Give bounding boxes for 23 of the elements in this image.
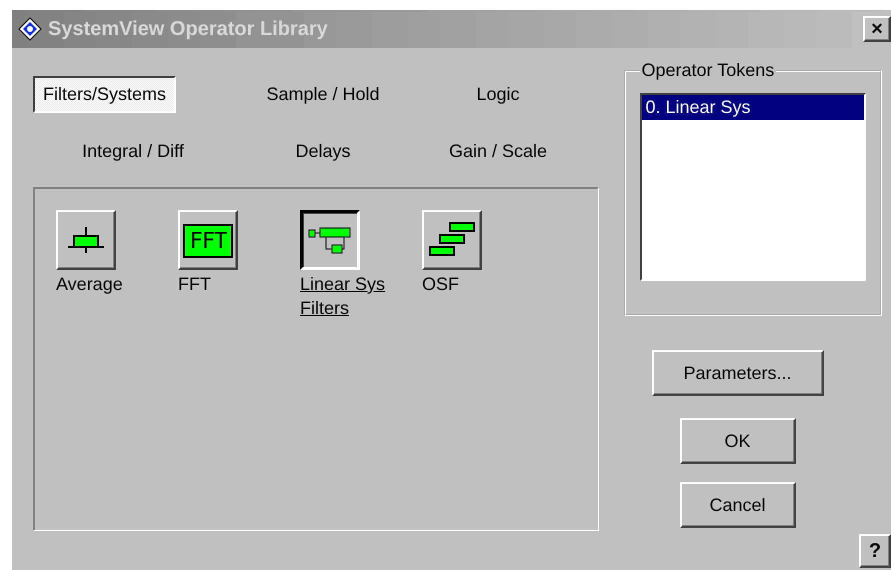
app-logo-icon xyxy=(18,17,42,41)
category-tab[interactable]: Filters/Systems xyxy=(33,76,176,113)
cancel-button[interactable]: Cancel xyxy=(680,482,796,528)
operator-button[interactable]: FFT xyxy=(178,210,238,270)
operator-button[interactable] xyxy=(300,210,360,270)
token-list[interactable]: 0. Linear Sys xyxy=(640,93,866,281)
category-tab[interactable]: Gain / Scale xyxy=(438,133,558,170)
category-tab[interactable]: Sample / Hold xyxy=(256,76,390,113)
window-title: SystemView Operator Library xyxy=(48,18,329,40)
token-item[interactable]: 0. Linear Sys xyxy=(642,95,864,120)
box-on-line-icon xyxy=(67,226,105,254)
close-button[interactable]: × xyxy=(863,16,891,42)
category-tab[interactable]: Delays xyxy=(285,133,361,170)
category-tab[interactable]: Integral / Diff xyxy=(72,133,194,170)
fft-icon: FFT xyxy=(183,224,233,258)
operator-label: Average xyxy=(56,273,123,296)
help-button[interactable]: ? xyxy=(859,534,891,568)
ok-button[interactable]: OK xyxy=(680,418,796,464)
operator-label: OSF xyxy=(422,273,460,296)
category-tab[interactable]: Logic xyxy=(466,76,530,113)
operator-label: FFT xyxy=(178,273,211,296)
parameters-button[interactable]: Parameters... xyxy=(652,350,824,396)
group-title: Operator Tokens xyxy=(640,60,776,81)
